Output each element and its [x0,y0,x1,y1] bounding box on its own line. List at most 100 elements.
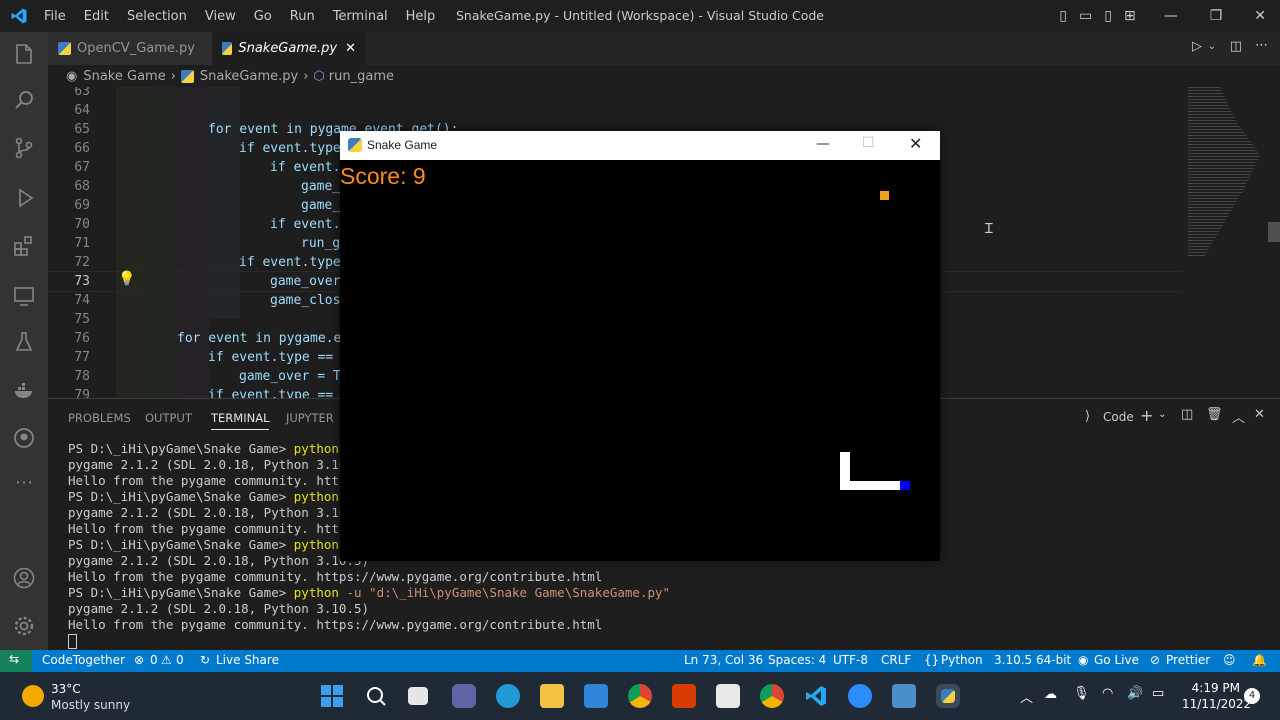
prettier-status[interactable]: Prettier [1166,653,1210,667]
pygame-window-taskbar-icon[interactable] [936,684,960,708]
maximize-panel-icon[interactable]: ︿ [1232,407,1245,426]
extensions-icon[interactable] [12,234,36,258]
search-taskbar-icon[interactable] [364,684,388,708]
line-endings[interactable]: CRLF [881,653,911,667]
chrome-icon[interactable] [628,684,652,708]
wifi-icon[interactable]: ◠ [1102,686,1113,701]
volume-icon[interactable]: 🔊 [1127,686,1143,701]
source-control-icon[interactable] [12,136,36,160]
run-file-icon[interactable]: ▷ [1192,39,1202,54]
tab-opencv-game[interactable]: OpenCV_Game.py [48,32,212,65]
close-panel-icon[interactable]: ✕ [1254,407,1265,422]
search-icon[interactable] [12,88,36,112]
editor-scrollbar[interactable] [1268,222,1280,242]
close-window-button[interactable]: ✕ [1254,8,1266,24]
menu-terminal[interactable]: Terminal [333,9,388,24]
github-icon[interactable] [12,426,36,450]
python-interpreter[interactable]: 3.10.5 64-bit [994,653,1071,667]
feedback-icon[interactable]: ☺ [1223,653,1236,667]
split-terminal-icon[interactable]: ◫ [1181,407,1193,422]
office-icon[interactable] [672,684,696,708]
remote-explorer-icon[interactable] [12,284,36,308]
vscode-logo-icon[interactable] [10,7,28,25]
layout-sidebar-icon[interactable]: ▯ [1059,8,1067,24]
game-window-titlebar[interactable]: Snake Game — ☐ ✕ [340,131,940,160]
accounts-icon[interactable] [12,566,36,590]
tray-chevron-icon[interactable]: ︿ [1020,687,1033,706]
weather-sun-icon[interactable] [22,685,44,707]
minimap[interactable] [1188,87,1260,257]
teams-chat-icon[interactable] [452,684,476,708]
cursor-position[interactable]: Ln 73, Col 36 [684,653,763,667]
warning-icon[interactable]: ⚠ [161,653,172,667]
photos-icon[interactable] [892,684,916,708]
menu-selection[interactable]: Selection [127,9,187,24]
restore-button[interactable]: ❐ [1210,8,1223,24]
edge-browser-icon[interactable] [496,684,520,708]
task-view-icon[interactable] [408,687,428,705]
game-close-button[interactable]: ✕ [909,134,922,153]
split-editor-icon[interactable]: ◫ [1230,39,1242,54]
more-actions-icon[interactable]: ⋯ [1255,38,1268,53]
zoom-icon[interactable] [848,684,872,708]
go-live-button[interactable]: Go Live [1094,653,1139,667]
layout-panel-icon[interactable]: ▭ [1079,8,1092,24]
run-dropdown-icon[interactable]: ⌄ [1208,41,1216,52]
tab-terminal[interactable]: TERMINAL [211,411,270,430]
explorer-icon[interactable] [12,42,36,66]
battery-icon[interactable]: ▭ [1152,686,1164,701]
layout-secondary-icon[interactable]: ▯ [1104,8,1112,24]
new-terminal-icon[interactable]: + [1140,406,1153,425]
onedrive-icon[interactable]: ☁ [1044,687,1057,702]
manage-gear-icon[interactable] [12,614,36,638]
language-mode[interactable]: Python [941,653,983,667]
vscode-taskbar-icon[interactable] [804,684,828,708]
windows-start-icon[interactable] [320,684,344,708]
menu-edit[interactable]: Edit [84,9,109,24]
microphone-icon[interactable]: 🎙 [1073,686,1090,701]
menu-help[interactable]: Help [406,9,436,24]
file-explorer-icon[interactable] [540,684,564,708]
snake-game-window[interactable]: Snake Game — ☐ ✕ Score: 9 [340,131,940,561]
menu-file[interactable]: File [44,9,66,24]
more-icon[interactable]: ⋯ [12,472,36,496]
tab-close-icon[interactable]: ✕ [345,41,356,56]
remote-indicator[interactable]: ⇆ [0,650,32,672]
breadcrumb-folder[interactable]: Snake Game [83,69,165,84]
terminal-shell-label[interactable]: Code [1103,410,1134,424]
codetogether-status[interactable]: CodeTogether [42,653,125,667]
store-icon[interactable] [716,684,740,708]
chevron-down-icon[interactable]: ⌄ [1158,409,1166,420]
error-icon[interactable]: ⊗ [134,653,144,667]
customize-layout-icon[interactable]: ⊞ [1124,8,1136,24]
weather-text[interactable]: Mostly sunny [51,698,130,712]
testing-icon[interactable] [12,330,36,354]
error-count[interactable]: 0 [150,653,158,667]
temperature[interactable]: 33°C [51,682,81,696]
chrome-profile-icon[interactable] [760,684,784,708]
indentation[interactable]: Spaces: 4 [768,653,826,667]
breadcrumb-file[interactable]: SnakeGame.py [200,69,298,84]
run-debug-icon[interactable] [12,186,36,210]
clock-time[interactable]: 4:19 PM [1184,681,1240,695]
docker-icon[interactable] [12,378,36,402]
live-share-icon[interactable]: ↻ [200,653,210,667]
mail-icon[interactable] [584,684,608,708]
game-minimize-button[interactable]: — [816,136,830,152]
encoding[interactable]: UTF-8 [833,653,868,667]
menu-view[interactable]: View [205,9,236,24]
trash-icon[interactable]: 🗑 [1206,407,1223,422]
notification-badge[interactable]: 4 [1244,688,1260,704]
menu-go[interactable]: Go [254,9,272,24]
tab-snakegame[interactable]: SnakeGame.py ✕ [212,32,366,65]
game-maximize-button[interactable]: ☐ [862,135,875,151]
notifications-bell-icon[interactable]: 🔔 [1252,653,1267,667]
breadcrumb-symbol[interactable]: run_game [329,69,394,84]
live-share-status[interactable]: Live Share [216,653,279,667]
tab-jupyter[interactable]: JUPYTER [286,411,334,425]
warning-count[interactable]: 0 [176,653,184,667]
tab-output[interactable]: OUTPUT [145,411,192,425]
tab-problems[interactable]: PROBLEMS [68,411,131,425]
lightbulb-icon[interactable]: 💡 [118,271,135,287]
clock-date[interactable]: 11/11/2022 [1182,697,1251,711]
